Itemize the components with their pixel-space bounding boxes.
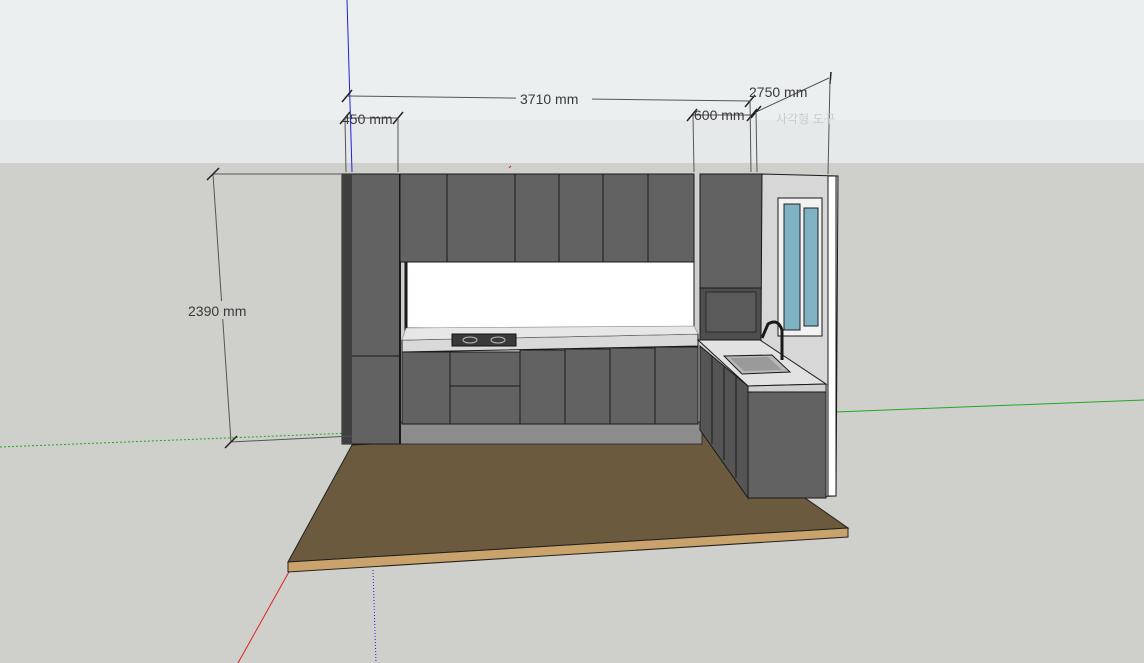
base-cabinets[interactable]: [401, 346, 699, 425]
backsplash: [405, 261, 695, 329]
side-wall-edge: [827, 175, 837, 497]
cooktop[interactable]: [451, 333, 517, 347]
dimension-label-450: 450 mm: [342, 111, 393, 127]
base-drawer-bottom[interactable]: [449, 385, 521, 425]
tool-tooltip-label: 사각형 도구: [776, 112, 835, 126]
sketchup-viewport[interactable]: 3710 mm 450 mm 600 mm 2750 mm 2390 mm 사각…: [0, 0, 1144, 663]
dimension-label-3710: 3710 mm: [520, 91, 578, 107]
window-pane-left: [783, 203, 801, 331]
upper-cabinet-door[interactable]: [558, 173, 604, 263]
tall-unit-niche-inner: [705, 291, 757, 333]
upper-cabinet-door[interactable]: [647, 173, 695, 263]
base-cabinet-door[interactable]: [401, 351, 451, 425]
dimension-label-600: 600 mm: [694, 107, 745, 123]
upper-cabinets[interactable]: [399, 173, 695, 263]
dimension-label-2390: 2390 mm: [188, 303, 246, 319]
return-cabinet-end[interactable]: [747, 391, 827, 499]
sky-gradient: [0, 120, 1144, 163]
window-pane-right: [803, 207, 819, 327]
upper-cabinet-door[interactable]: [602, 173, 649, 263]
plinth: [351, 421, 703, 445]
dimension-label-2750: 2750 mm: [749, 84, 807, 100]
base-cabinet-door[interactable]: [654, 346, 699, 425]
upper-cabinet-door[interactable]: [514, 173, 560, 263]
base-drawer-top[interactable]: [449, 351, 521, 387]
upper-cabinet-door[interactable]: [446, 173, 516, 263]
base-cabinet-door[interactable]: [519, 349, 566, 425]
tall-unit-right-upper[interactable]: [699, 173, 763, 289]
upper-cabinet-door[interactable]: [399, 173, 448, 263]
base-cabinet-door[interactable]: [609, 347, 656, 425]
base-cabinet-door[interactable]: [564, 348, 611, 425]
model-scene[interactable]: 3710 mm 450 mm 600 mm 2750 mm 2390 mm 사각…: [0, 0, 1144, 663]
tall-cabinet-side: [342, 174, 352, 444]
